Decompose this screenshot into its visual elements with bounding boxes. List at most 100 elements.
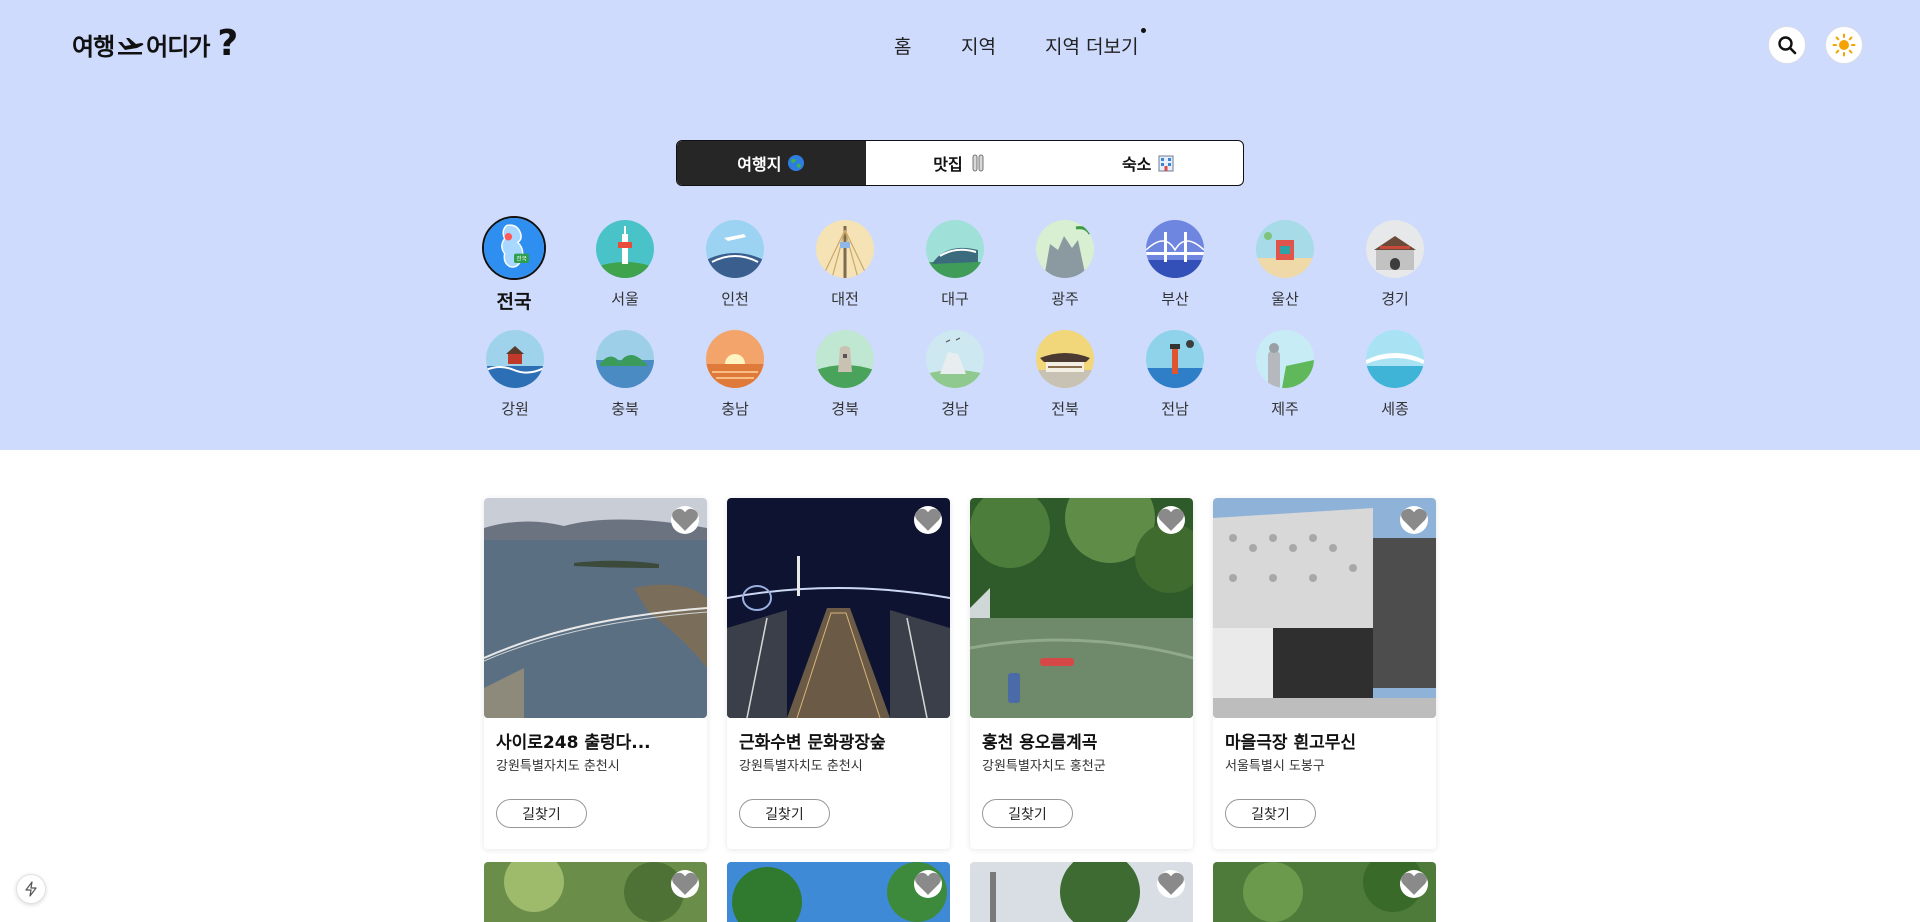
region-label: 전남 bbox=[1161, 400, 1189, 418]
directions-button[interactable]: 길찾기 bbox=[739, 799, 830, 828]
favorite-button[interactable] bbox=[671, 506, 699, 534]
place-address: 강원특별자치도 홍천군 bbox=[982, 759, 1106, 774]
region-label: 광주 bbox=[1051, 290, 1079, 308]
lightning-icon bbox=[25, 881, 37, 897]
quick-action-button[interactable] bbox=[16, 874, 46, 904]
tab-attractions-label: 여행지 bbox=[737, 155, 782, 174]
region-label: 경북 bbox=[831, 400, 859, 418]
busan-bridge-icon bbox=[1146, 220, 1204, 278]
region-label: 전북 bbox=[1051, 400, 1079, 418]
nav-home[interactable]: 홈 bbox=[894, 32, 961, 59]
region-ulsan[interactable]: 울산 bbox=[1245, 220, 1325, 309]
place-card[interactable]: 마을극장 흰고무신 서울특별시 도봉구 길찾기 bbox=[1213, 498, 1436, 849]
heart-icon bbox=[915, 872, 941, 895]
region-seoul[interactable]: 서울 bbox=[585, 220, 665, 309]
jeonnam-lighthouse-icon bbox=[1146, 330, 1204, 388]
heart-icon bbox=[1158, 872, 1184, 895]
favorite-button[interactable] bbox=[1400, 870, 1428, 898]
region-gyeonggi[interactable]: 경기 bbox=[1355, 220, 1435, 309]
daegu-landmark-icon bbox=[926, 220, 984, 278]
hotel-icon bbox=[1158, 155, 1174, 172]
directions-button[interactable]: 길찾기 bbox=[1225, 799, 1316, 828]
gyeongbuk-observatory-icon bbox=[816, 330, 874, 388]
incheon-airport-icon bbox=[706, 220, 764, 278]
region-daejeon[interactable]: 대전 bbox=[805, 220, 885, 309]
chungbuk-islands-icon bbox=[596, 330, 654, 388]
region-label: 제주 bbox=[1271, 400, 1299, 418]
logo-text-main: 여행 bbox=[72, 32, 115, 61]
place-title: 근화수변 문화광장숲 bbox=[739, 733, 886, 753]
tab-restaurants[interactable]: 맛집 bbox=[866, 141, 1055, 185]
place-card-partial[interactable] bbox=[727, 862, 950, 922]
sun-icon bbox=[1832, 33, 1856, 57]
favorite-button[interactable] bbox=[914, 506, 942, 534]
gangwon-pavilion-icon bbox=[486, 330, 544, 388]
region-jeonnam[interactable]: 전남 bbox=[1135, 330, 1215, 419]
logo-question-mark: ? bbox=[217, 23, 238, 64]
heart-icon bbox=[1401, 508, 1427, 531]
region-gyeongbuk[interactable]: 경북 bbox=[805, 330, 885, 419]
region-label: 충남 bbox=[721, 400, 749, 418]
place-title: 홍천 용오름계곡 bbox=[982, 733, 1098, 753]
place-address: 강원특별자치도 춘천시 bbox=[739, 759, 863, 774]
nav-region[interactable]: 지역 bbox=[961, 32, 1045, 59]
favorite-button[interactable] bbox=[1157, 870, 1185, 898]
region-chungnam[interactable]: 충남 bbox=[695, 330, 775, 419]
region-chungbuk[interactable]: 충북 bbox=[585, 330, 665, 419]
place-card-partial[interactable] bbox=[1213, 862, 1436, 922]
logo[interactable]: 여행 어디가 ? bbox=[72, 23, 238, 64]
place-address: 서울특별시 도봉구 bbox=[1225, 759, 1325, 774]
directions-button[interactable]: 길찾기 bbox=[982, 799, 1073, 828]
region-label: 충북 bbox=[611, 400, 639, 418]
sejong-bridge-icon bbox=[1366, 330, 1424, 388]
heart-icon bbox=[672, 872, 698, 895]
place-card[interactable]: 근화수변 문화광장숲 강원특별자치도 춘천시 길찾기 bbox=[727, 498, 950, 849]
place-photo bbox=[970, 498, 1193, 718]
tab-lodging-label: 숙소 bbox=[1121, 155, 1152, 174]
tab-attractions[interactable]: 여행지 bbox=[677, 141, 866, 185]
region-incheon[interactable]: 인천 bbox=[695, 220, 775, 309]
gyeongnam-landmark-icon bbox=[926, 330, 984, 388]
gwangju-rocks-icon bbox=[1036, 220, 1094, 278]
place-card[interactable]: 사이로248 출렁다... 강원특별자치도 춘천시 길찾기 bbox=[484, 498, 707, 849]
region-gwangju[interactable]: 광주 bbox=[1025, 220, 1105, 309]
utensils-icon bbox=[972, 154, 984, 172]
place-photo bbox=[727, 498, 950, 718]
region-sejong[interactable]: 세종 bbox=[1355, 330, 1435, 419]
favorite-button[interactable] bbox=[1157, 506, 1185, 534]
place-card[interactable]: 홍천 용오름계곡 강원특별자치도 홍천군 길찾기 bbox=[970, 498, 1193, 849]
place-photo bbox=[484, 498, 707, 718]
region-label: 대구 bbox=[941, 290, 969, 308]
heart-icon bbox=[1158, 508, 1184, 531]
favorite-button[interactable] bbox=[671, 870, 699, 898]
region-busan[interactable]: 부산 bbox=[1135, 220, 1215, 309]
region-jeonbuk[interactable]: 전북 bbox=[1025, 330, 1105, 419]
chungnam-sunset-icon bbox=[706, 330, 764, 388]
place-card-partial[interactable] bbox=[970, 862, 1193, 922]
favorite-button[interactable] bbox=[1400, 506, 1428, 534]
favorite-button[interactable] bbox=[914, 870, 942, 898]
place-photo bbox=[1213, 498, 1436, 718]
theme-toggle-button[interactable] bbox=[1825, 26, 1863, 64]
region-gyeongnam[interactable]: 경남 bbox=[915, 330, 995, 419]
tab-restaurants-label: 맛집 bbox=[933, 155, 963, 174]
region-label: 대전 bbox=[831, 290, 859, 308]
airplane-icon bbox=[118, 38, 144, 55]
directions-button[interactable]: 길찾기 bbox=[496, 799, 587, 828]
tab-lodging[interactable]: 숙소 bbox=[1054, 141, 1243, 185]
jeju-harubang-icon bbox=[1256, 330, 1314, 388]
nav-more-regions[interactable]: 지역 더보기 bbox=[1045, 28, 1147, 59]
region-label: 경남 bbox=[941, 400, 969, 418]
main-nav: 홈 지역 지역 더보기 bbox=[894, 28, 1147, 59]
region-gangwon[interactable]: 강원 bbox=[475, 330, 555, 419]
region-nationwide[interactable]: 전국 전국 bbox=[474, 216, 554, 314]
category-tabs: 여행지 맛집 숙소 bbox=[676, 140, 1244, 186]
region-jeju[interactable]: 제주 bbox=[1245, 330, 1325, 419]
place-card-partial[interactable] bbox=[484, 862, 707, 922]
region-daegu[interactable]: 대구 bbox=[915, 220, 995, 309]
place-address: 강원특별자치도 춘천시 bbox=[496, 759, 620, 774]
daejeon-tower-icon bbox=[816, 220, 874, 278]
place-title: 사이로248 출렁다... bbox=[496, 733, 651, 753]
search-button[interactable] bbox=[1768, 26, 1806, 64]
map-badge-text: 전국 bbox=[516, 255, 526, 263]
